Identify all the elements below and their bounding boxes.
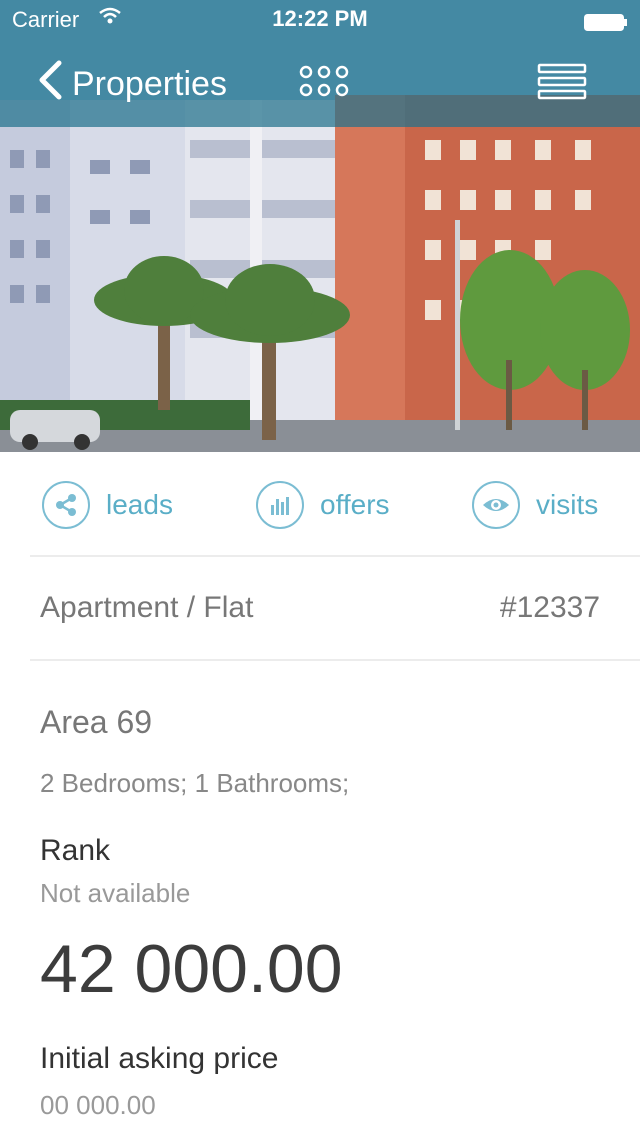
property-type-row: Apartment / Flat #12337 (0, 560, 640, 658)
property-type: Apartment / Flat (40, 591, 254, 624)
back-button[interactable]: Properties (38, 60, 227, 108)
navbar: Properties (0, 40, 640, 127)
property-area: Area 69 (40, 704, 153, 740)
status-bar: Carrier 12:22 PM (0, 0, 640, 40)
leads-button[interactable]: leads (42, 478, 173, 532)
eye-icon (472, 481, 520, 529)
bar-chart-icon (256, 481, 304, 529)
leads-label: leads (106, 489, 173, 520)
rank-label: Rank (40, 834, 111, 867)
asking-price-value: 00 000.00 (40, 1090, 156, 1120)
grid-dots-button[interactable] (296, 62, 352, 102)
navigation-bar: Carrier 12:22 PM Properties (0, 0, 640, 127)
rank-value: Not available (40, 878, 191, 908)
battery-icon (584, 11, 628, 31)
back-label: Properties (72, 64, 227, 103)
divider (30, 555, 640, 557)
hamburger-menu-icon (536, 63, 590, 106)
chevron-left-icon (38, 60, 62, 109)
visits-label: visits (536, 489, 599, 520)
visits-button[interactable]: visits (472, 478, 598, 532)
status-time: 12:22 PM (272, 6, 368, 31)
action-row: leads offers visits (0, 470, 640, 540)
offers-label: offers (320, 489, 390, 520)
property-reference: #12337 (499, 591, 600, 624)
offers-button[interactable]: offers (256, 478, 390, 532)
property-price: 42 000.00 (40, 931, 343, 1007)
grid-dots-icon (296, 65, 352, 106)
asking-price-label: Initial asking price (40, 1042, 279, 1075)
divider (30, 659, 640, 661)
menu-button[interactable] (536, 62, 590, 102)
share-icon (42, 481, 90, 529)
property-rooms: 2 Bedrooms; 1 Bathrooms; (40, 768, 350, 798)
